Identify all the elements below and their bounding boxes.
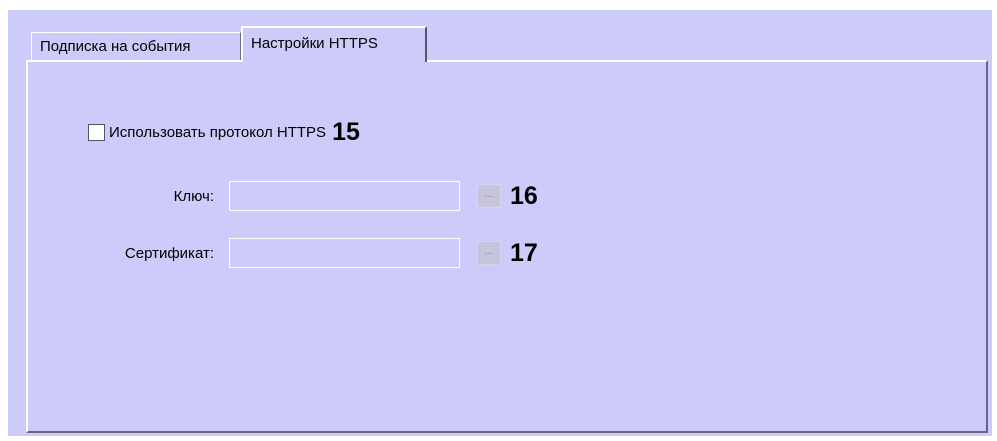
tab-https-settings-label: Настройки HTTPS <box>251 35 378 52</box>
key-input[interactable] <box>229 181 460 211</box>
use-https-checkbox[interactable] <box>88 123 105 141</box>
certificate-label: Сертификат: <box>124 244 214 262</box>
callout-15: 15 <box>332 117 360 146</box>
key-label: Ключ: <box>173 187 214 205</box>
settings-window: Подписка на события Настройки HTTPS Испо… <box>8 10 992 436</box>
key-browse-button[interactable]: ... <box>477 184 501 208</box>
use-https-row: Использовать протокол HTTPS 15 <box>88 118 360 146</box>
certificate-input[interactable] <box>229 238 460 268</box>
https-settings-panel: Использовать протокол HTTPS 15 Ключ: ...… <box>26 60 988 433</box>
key-row: Ключ: ... 16 <box>28 180 538 212</box>
tab-event-subscription-label: Подписка на события <box>40 38 191 55</box>
tab-event-subscription[interactable]: Подписка на события <box>31 32 241 60</box>
use-https-label: Использовать протокол HTTPS <box>109 123 327 141</box>
certificate-row: Сертификат: ... 17 <box>28 237 538 269</box>
tab-https-settings[interactable]: Настройки HTTPS <box>241 26 427 62</box>
callout-17: 17 <box>510 238 538 267</box>
certificate-browse-button[interactable]: ... <box>477 241 501 265</box>
callout-16: 16 <box>510 181 538 210</box>
